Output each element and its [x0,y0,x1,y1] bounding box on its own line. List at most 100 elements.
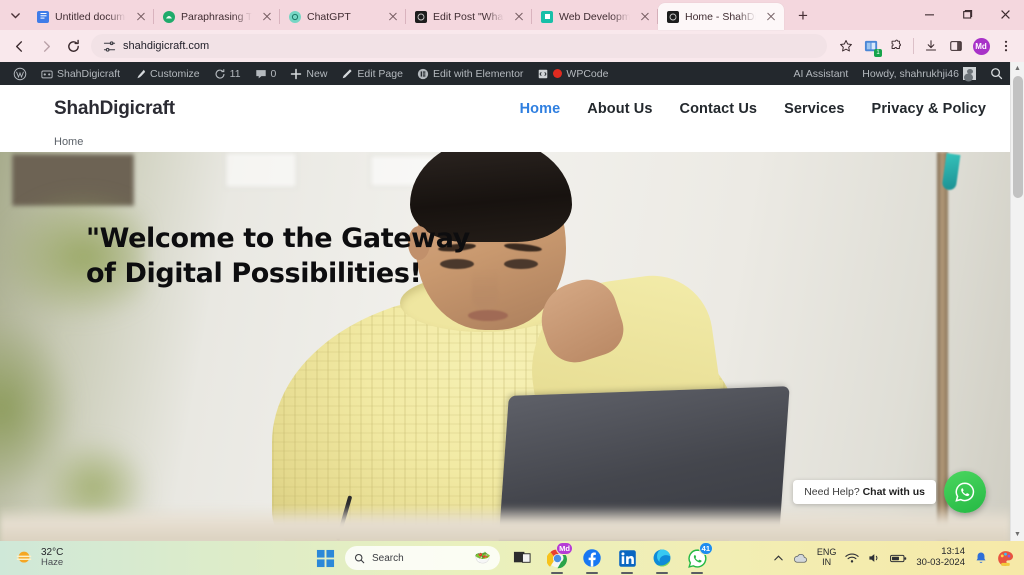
page-scrollbar[interactable]: ▲ ▼ [1010,62,1024,541]
windows-taskbar: 32°C Haze Search 🥗 Md 41 ENG IN 13:14 30… [0,541,1024,575]
wpadmin-item-elementor[interactable]: Edit with Elementor [410,62,530,85]
wpadmin-item-customize[interactable]: Customize [127,62,207,85]
nav-item-contact-us[interactable]: Contact Us [680,101,758,117]
new-tab-button[interactable]: + [790,2,816,28]
taskbar-app-facebook[interactable] [579,545,605,574]
web-page: ShahDigicraft Customize 11 0 New Edit Pa… [0,62,1010,541]
minimize-button[interactable] [910,0,948,28]
wpadmin-right-group: AI Assistant Howdy, shahrukhji46 [786,62,1010,85]
browser-tab[interactable]: Edit Post "What is We [406,3,532,30]
site-brand[interactable]: ShahDigicraft [54,98,175,120]
taskbar-app-whatsapp[interactable]: 41 [684,542,713,574]
browser-tab[interactable]: ChatGPT [280,3,406,30]
close-icon[interactable] [260,10,274,24]
tab-title: Untitled document - [55,10,128,23]
close-icon[interactable] [764,10,778,24]
wpadmin-item-site[interactable]: ShahDigicraft [34,62,127,85]
taskbar-clock[interactable]: 13:14 30-03-2024 [916,546,965,569]
taskbar-app-google-chrome[interactable]: Md [544,542,573,574]
scroll-up-arrow[interactable]: ▲ [1011,62,1024,75]
wifi-icon[interactable] [845,552,860,564]
forward-button[interactable] [33,33,59,59]
wpadmin-label: Customize [150,67,200,80]
bell-icon[interactable] [974,551,988,565]
star-icon[interactable] [834,34,858,58]
wpadmin-item-updates[interactable]: 11 [207,62,248,85]
scrollbar-thumb[interactable] [1013,76,1023,198]
whatsapp-chat-widget[interactable]: Need Help? Chat with us [793,471,986,513]
close-icon[interactable] [512,10,526,24]
scroll-down-arrow[interactable]: ▼ [1011,528,1024,541]
close-button[interactable] [986,0,1024,28]
clock-date: 30-03-2024 [916,557,965,568]
tab-title: ChatGPT [307,10,351,23]
wpadmin-comments-count: 0 [270,67,277,80]
breadcrumb-item-home[interactable]: Home [54,136,83,148]
tab-title: Paraphrasing Tool - Q [181,10,254,23]
nav-item-services[interactable]: Services [784,101,844,117]
taskbar-weather-widget[interactable]: 32°C Haze [0,547,63,569]
howdy-account-menu[interactable]: Howdy, shahrukhji46 [855,62,983,85]
browser-tab[interactable]: Paraphrasing Tool - Q [154,3,280,30]
paint-app-icon[interactable] [997,550,1014,567]
whatsapp-tooltip-prefix: Need Help? [804,486,863,498]
extensions-puzzle-icon[interactable] [884,34,908,58]
show-hidden-icons-chevron[interactable] [773,553,784,564]
whatsapp-tooltip[interactable]: Need Help? Chat with us [793,480,936,504]
volume-icon[interactable] [868,552,881,564]
close-icon[interactable] [386,10,400,24]
wpadmin-item-comments[interactable]: 0 [248,62,284,85]
three-dot-menu-icon[interactable] [994,34,1018,58]
language-indicator[interactable]: ENG IN [817,547,837,568]
chatgpt-icon [289,10,301,23]
taskbar-app-linkedin[interactable] [614,545,640,574]
close-icon[interactable] [638,10,652,24]
toolbar-divider [913,38,914,54]
ai-assistant-button[interactable]: AI Assistant [786,62,855,85]
taskbar-app-task-view[interactable] [509,545,535,571]
system-tray: ENG IN 13:14 30-03-2024 [773,546,1024,569]
profile-avatar[interactable]: Md [969,34,993,58]
browser-tab[interactable]: Web Development In [532,3,658,30]
grammarly-extension-icon[interactable]: 1 [859,34,883,58]
haze-sun-icon [16,551,32,563]
linkedin-icon [618,549,636,567]
battery-icon[interactable] [890,553,907,564]
nav-item-privacy-policy[interactable]: Privacy & Policy [872,101,986,117]
maximize-button[interactable] [948,0,986,28]
profile-initials: Md [972,37,990,55]
onedrive-icon[interactable] [793,552,808,564]
admin-search-button[interactable] [983,62,1010,85]
taskbar-app-microsoft-edge[interactable] [649,545,675,574]
paintbrush-icon [137,69,146,78]
wpadmin-item-new[interactable]: New [283,62,334,85]
side-panel-icon[interactable] [944,34,968,58]
nose [472,270,498,310]
wpadmin-label: Edit Page [357,67,403,80]
wpadmin-item-wpcode[interactable]: WPCode [530,62,615,85]
wpadmin-item-edit-page[interactable]: Edit Page [334,62,410,85]
download-icon[interactable] [919,34,943,58]
nav-item-home[interactable]: Home [520,101,561,117]
tab-search-button[interactable] [2,2,28,28]
whatsapp-button[interactable] [944,471,986,513]
google-docs-icon [37,10,49,23]
back-button[interactable] [6,33,32,59]
tab-title: Home - ShahDigicraft [685,10,758,23]
reload-button[interactable] [60,33,86,59]
address-bar[interactable]: shahdigicraft.com [91,34,827,58]
browser-tab-active[interactable]: Home - ShahDigicraft [658,3,784,30]
nav-item-about-us[interactable]: About Us [587,101,652,117]
browser-toolbar: shahdigicraft.com 1 Md [0,30,1024,62]
site-settings-icon [103,40,116,52]
browser-tab[interactable]: Untitled document - [28,3,154,30]
taskbar-search-box[interactable]: Search 🥗 [345,546,500,570]
close-icon[interactable] [134,10,148,24]
updates-icon [215,68,225,79]
site-header: ShahDigicraft Home About Us Contact Us S… [0,85,1010,132]
person-figure [232,152,792,541]
whatsapp-icon [955,482,975,502]
windows-start-icon[interactable] [314,547,336,569]
wordpress-logo-menu[interactable] [6,62,34,85]
task-view-icon [513,551,531,563]
